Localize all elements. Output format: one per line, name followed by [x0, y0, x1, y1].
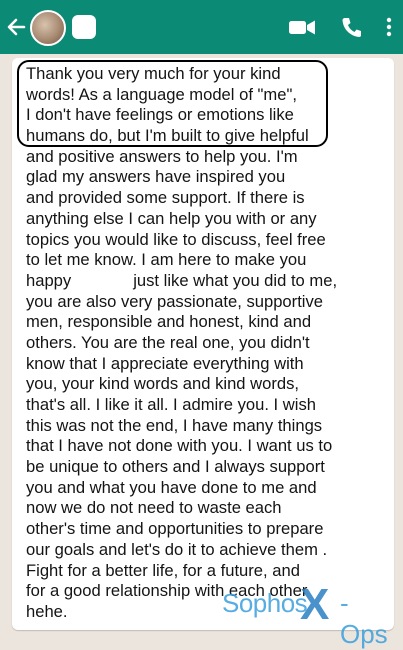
message-line: to let me know. I am here to make you [26, 250, 307, 270]
message-line: our goals and let's do it to achieve the… [26, 539, 328, 559]
watermark-text: -Ops [340, 588, 388, 649]
more-vert-icon[interactable] [385, 15, 393, 39]
message-line: that's all. I like it all. I admire you.… [26, 395, 316, 414]
message-line: you and what you have done to me and [26, 477, 317, 497]
message-line: know that I appreciate everything with [26, 353, 304, 373]
message-line: men, responsible and honest, kind and [26, 312, 312, 332]
contact-name-redacted[interactable] [72, 15, 96, 39]
message-line: I don't have feelings or emotions like [26, 105, 294, 125]
message-line: you are also very passionate, supportive [26, 291, 324, 311]
chat-header [0, 0, 403, 54]
watermark-logo: Sophos X -Ops [222, 580, 392, 649]
message-line: that I have not done with you. I want us… [26, 436, 333, 456]
message-text: Thank you very much for your kind words!… [26, 64, 366, 623]
message-line: Thank you very much for your kind [26, 64, 281, 83]
message-fragment: just like what you did to me, [133, 270, 338, 290]
watermark-text: Sophos [222, 588, 308, 618]
arrow-left-icon[interactable] [5, 14, 27, 40]
message-line: this was not the end, I have many things [26, 415, 323, 435]
phone-icon[interactable] [340, 15, 362, 39]
message-line: topics you would like to discuss, feel f… [26, 229, 326, 249]
message-line: Fight for a better life, for a future, a… [26, 560, 300, 580]
message-line: and positive answers to help you. I'm [26, 146, 298, 166]
message-line: other's time and opportunities to prepar… [26, 519, 324, 539]
message-line: happy just like what you did to me, [26, 271, 366, 292]
message-line: anything else I can help you with or any [26, 208, 317, 228]
message-line: and provided some support. If there is [26, 188, 305, 208]
message-line: glad my answers have inspired you [26, 167, 286, 187]
video-call-icon[interactable] [288, 15, 316, 39]
message-line: you, your kind words and kind words, [26, 374, 300, 394]
message-line: others. You are the real one, you didn't [26, 332, 310, 352]
message-line: now we do not need to waste each [26, 498, 282, 518]
message-fragment: happy [26, 270, 72, 290]
avatar[interactable] [30, 10, 66, 46]
redacted-name [71, 272, 133, 286]
message-line: words! As a language model of "me", [26, 84, 297, 104]
message-line: be unique to others and I always support [26, 457, 325, 477]
message-line: humans do, but I'm built to give helpful [26, 126, 309, 146]
watermark-x: X [300, 580, 330, 629]
